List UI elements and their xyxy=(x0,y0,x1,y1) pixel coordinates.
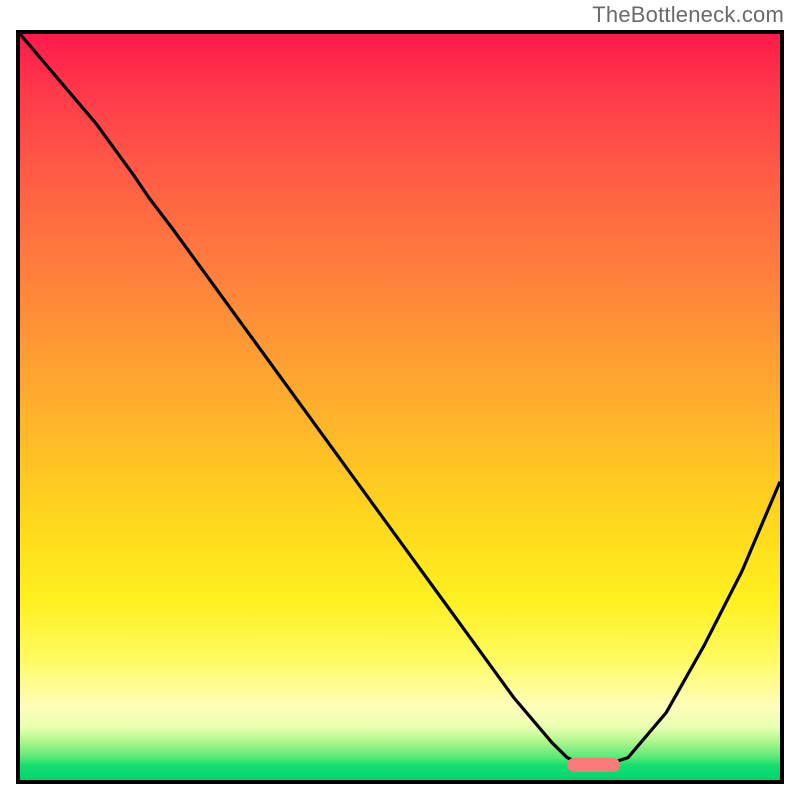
bottleneck-curve-path xyxy=(20,34,780,765)
line-chart xyxy=(20,34,780,780)
chart-container: TheBottleneck.com xyxy=(0,0,800,800)
optimum-range-marker xyxy=(567,758,620,772)
watermark-text: TheBottleneck.com xyxy=(592,2,784,28)
plot-frame xyxy=(16,30,784,784)
